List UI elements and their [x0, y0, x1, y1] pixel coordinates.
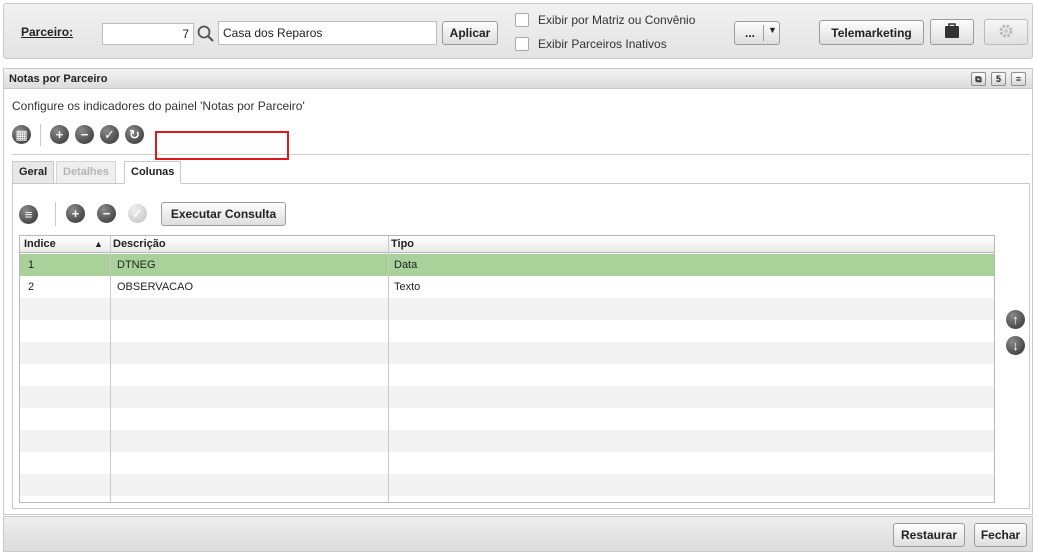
- cell-descricao: DTNEG: [117, 259, 156, 271]
- table-row[interactable]: 2 OBSERVACAO Texto: [20, 276, 994, 298]
- empty-row: [20, 430, 994, 452]
- sort-asc-icon[interactable]: ▲: [94, 239, 103, 249]
- panel-subtitle: Configure os indicadores do painel 'Nota…: [12, 99, 305, 113]
- parceiro-label[interactable]: Parceiro:: [21, 25, 73, 39]
- highlight-box: [155, 131, 289, 160]
- parceiro-name-input[interactable]: Casa dos Reparos: [218, 21, 437, 45]
- aplicar-button[interactable]: Aplicar: [442, 21, 498, 45]
- chevron-down-icon[interactable]: ▼: [768, 25, 777, 35]
- panel-header: Notas por Parceiro ⧉ 5 ≡: [4, 69, 1032, 89]
- header-tipo[interactable]: Tipo: [391, 238, 414, 250]
- refresh-icon[interactable]: ↻: [125, 125, 144, 144]
- grid-icon[interactable]: ▦: [12, 125, 31, 144]
- table-row[interactable]: 1 DTNEG Data: [20, 254, 994, 276]
- tab-detalhes: Detalhes: [56, 161, 116, 183]
- split-divider: [763, 25, 764, 41]
- telemarketing-button[interactable]: Telemarketing: [819, 20, 924, 45]
- confirm-icon[interactable]: ✓: [100, 125, 119, 144]
- inativos-checkbox-label: Exibir Parceiros Inativos: [538, 37, 667, 51]
- empty-row: [20, 452, 994, 474]
- panel-window-button[interactable]: ⧉: [971, 72, 986, 86]
- add-icon[interactable]: +: [50, 125, 69, 144]
- tab-geral[interactable]: Geral: [12, 161, 55, 183]
- panel-refresh-button[interactable]: 5: [991, 72, 1006, 86]
- settings-button[interactable]: [984, 19, 1028, 45]
- empty-row: [20, 386, 994, 408]
- top-toolbar: Parceiro: 7 Casa dos Reparos Aplicar Exi…: [3, 3, 1033, 59]
- move-down-icon[interactable]: ↓: [1006, 336, 1025, 355]
- move-up-icon[interactable]: ↑: [1006, 310, 1025, 329]
- column-divider: [110, 236, 111, 502]
- toolbar-divider: [40, 124, 41, 146]
- inativos-checkbox[interactable]: [515, 37, 529, 51]
- list-menu-icon[interactable]: ≡: [19, 205, 38, 224]
- gear-icon: [997, 22, 1015, 43]
- empty-row: [20, 298, 994, 320]
- empty-row: [20, 320, 994, 342]
- header-descricao[interactable]: Descrição: [113, 238, 166, 250]
- restaurar-button[interactable]: Restaurar: [893, 523, 965, 547]
- cell-tipo: Texto: [394, 281, 421, 293]
- columns-grid: Indice ▲ Descrição Tipo 1 DTNEG Data 2 O…: [19, 235, 995, 503]
- parceiro-code-input[interactable]: 7: [102, 23, 194, 45]
- empty-row: [20, 474, 994, 496]
- cell-indice: 1: [28, 259, 35, 271]
- tab-toolbar-divider: [55, 202, 56, 226]
- tab-colunas[interactable]: Colunas: [124, 161, 182, 184]
- search-icon[interactable]: [196, 24, 216, 44]
- fechar-button[interactable]: Fechar: [974, 523, 1027, 547]
- panel-title: Notas por Parceiro: [9, 73, 108, 85]
- empty-row: [20, 364, 994, 386]
- executar-consulta-button[interactable]: Executar Consulta: [161, 202, 286, 226]
- matriz-checkbox[interactable]: [515, 13, 529, 27]
- header-indice[interactable]: Indice: [24, 238, 56, 250]
- cell-descricao: OBSERVACAO: [117, 281, 194, 293]
- confirm-column-icon: ✓: [128, 204, 147, 223]
- remove-icon[interactable]: −: [75, 125, 94, 144]
- colunas-tab-content: ≡ + − ✓ Executar Consulta Indice ▲ Descr…: [12, 183, 1030, 509]
- grid-header: Indice ▲ Descrição Tipo: [20, 236, 994, 253]
- panel-list-button[interactable]: ≡: [1011, 72, 1026, 86]
- add-column-icon[interactable]: +: [66, 204, 85, 223]
- cell-indice: 2: [28, 281, 35, 293]
- more-options-button[interactable]: ... ▼: [734, 21, 780, 45]
- shopping-bag-icon: [943, 22, 961, 42]
- bag-button[interactable]: [930, 19, 974, 45]
- empty-row: [20, 408, 994, 430]
- remove-column-icon[interactable]: −: [97, 204, 116, 223]
- more-options-label: ...: [745, 26, 756, 40]
- cell-tipo: Data: [394, 259, 418, 271]
- matriz-checkbox-label: Exibir por Matriz ou Convênio: [538, 13, 696, 27]
- footer-bar: Restaurar Fechar: [3, 516, 1033, 552]
- column-divider: [388, 236, 389, 502]
- empty-row: [20, 342, 994, 364]
